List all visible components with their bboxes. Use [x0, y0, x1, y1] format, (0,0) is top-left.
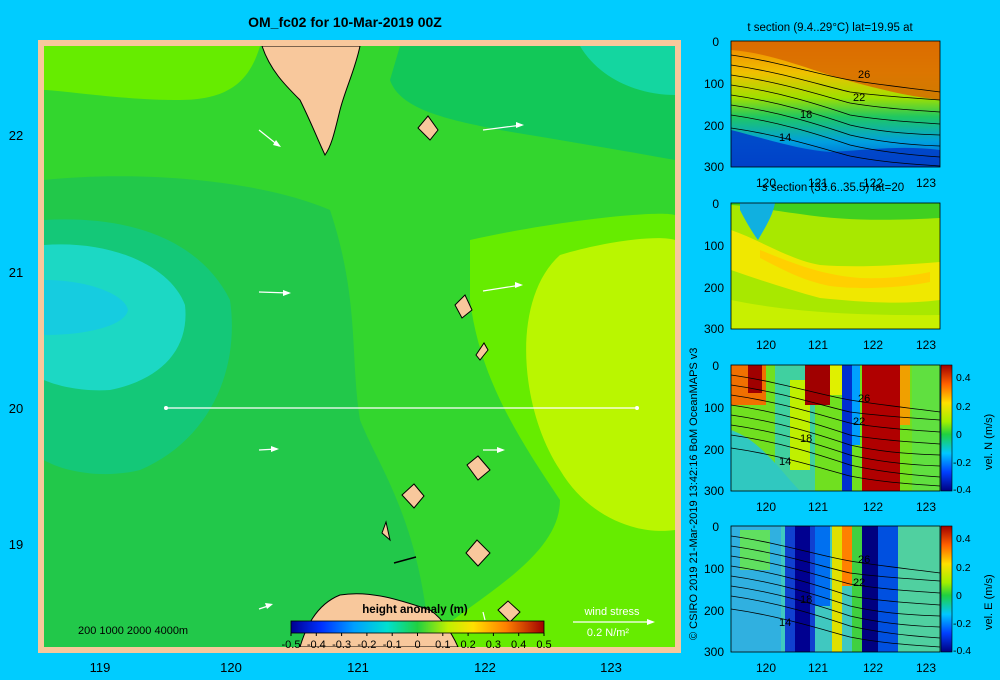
- map-y-axis: 22 21 20 19: [9, 128, 23, 552]
- x-tick-label: 123: [916, 338, 936, 352]
- panel-s-section: s section (33.6..35.5) lat=20 0 100 200 …: [704, 182, 941, 352]
- y-tick-label: 100: [704, 77, 724, 91]
- y-tick-label: 0: [712, 359, 719, 373]
- y-tick-label: 0: [712, 35, 719, 49]
- y-tick-label: 0: [712, 197, 719, 211]
- panel-title: s section (33.6..35.5) lat=20: [762, 182, 904, 194]
- x-tick-label: 122: [863, 338, 883, 352]
- contour-label: 18: [800, 433, 812, 445]
- vel-colorbar: [940, 364, 953, 492]
- contour-label: 22: [853, 577, 865, 589]
- y-tick-label: 0: [712, 520, 719, 534]
- panel-title: t section (9.4..29°C) lat=19.95 at: [747, 22, 913, 34]
- x-tick-label: 120: [756, 338, 776, 352]
- y-tick-label: 300: [704, 484, 724, 498]
- colorbar-tick-label: -0.4: [307, 639, 326, 651]
- y-tick-label: 300: [704, 160, 724, 174]
- x-tick-label: 120: [220, 660, 242, 675]
- x-tick-label: 121: [808, 338, 828, 352]
- colorbar-tick-label: -0.2: [357, 639, 376, 651]
- colorbar-tick-label: 0.1: [435, 639, 450, 651]
- cbar-tick: 0.2: [956, 562, 971, 574]
- x-tick-label: 123: [916, 500, 936, 514]
- y-tick-label: 200: [704, 281, 724, 295]
- y-tick-label: 200: [704, 443, 724, 457]
- y-tick-label: 100: [704, 401, 724, 415]
- x-tick-label: 122: [474, 660, 496, 675]
- figure: OM_fc02 for 10-Mar-2019 00Z 119 120 121 …: [9, 14, 995, 675]
- colorbar-tick-label: -0.3: [332, 639, 351, 651]
- x-tick-label: 123: [916, 176, 936, 190]
- map-x-axis: 119 120 121 122 123: [90, 660, 622, 675]
- credit-text: © CSIRO 2019 21-Mar-2019 13:42:16 BoM Oc…: [688, 348, 700, 640]
- x-tick-label: 121: [808, 500, 828, 514]
- cbar-tick: -0.2: [953, 457, 971, 469]
- cbar-tick: 0.2: [956, 401, 971, 413]
- x-tick-label: 123: [600, 660, 622, 675]
- cbar-tick: 0: [956, 590, 962, 602]
- y-tick-label: 300: [704, 322, 724, 336]
- x-tick-label: 122: [863, 661, 883, 675]
- cbar-tick: 0: [956, 429, 962, 441]
- cbar-tick: -0.4: [953, 645, 971, 657]
- contour-label: 26: [858, 554, 870, 566]
- colorbar-tick-label: -0.5: [282, 639, 301, 651]
- y-tick-label: 200: [704, 119, 724, 133]
- contour-label: 18: [800, 109, 812, 121]
- x-tick-label: 120: [756, 500, 776, 514]
- y-tick-label: 100: [704, 239, 724, 253]
- y-tick-label: 20: [9, 401, 23, 416]
- panel-vel-n: 26 22 18 14 0.4 0.2 0 -0.2 -0.4 vel. N (…: [704, 359, 995, 514]
- contour-label: 14: [779, 132, 791, 144]
- colorbar-label: height anomaly (m): [362, 604, 468, 616]
- x-tick-label: 122: [863, 500, 883, 514]
- x-tick-label: 121: [347, 660, 369, 675]
- contour-label: 22: [853, 92, 865, 104]
- cbar-tick: 0.4: [956, 372, 971, 384]
- depth-legend: 200 1000 2000 4000m: [78, 625, 188, 637]
- y-tick-label: 100: [704, 562, 724, 576]
- contour-label: 14: [779, 456, 791, 468]
- colorbar-tick-label: -0.1: [383, 639, 402, 651]
- cbar-tick: -0.4: [953, 484, 971, 496]
- contour-label: 14: [779, 617, 791, 629]
- cbar-tick: 0.4: [956, 533, 971, 545]
- wind-stress-label: wind stress: [583, 606, 640, 618]
- colorbar-tick-label: 0.2: [460, 639, 475, 651]
- y-tick-label: 19: [9, 537, 23, 552]
- x-tick-label: 120: [756, 661, 776, 675]
- x-tick-label: 119: [90, 660, 111, 675]
- map-title: OM_fc02 for 10-Mar-2019 00Z: [248, 14, 442, 30]
- colorbar-tick-label: 0.4: [511, 639, 526, 651]
- cbar-label: vel. N (m/s): [983, 414, 995, 470]
- panel-t-section: t section (9.4..29°C) lat=19.95 at 26 22…: [704, 22, 941, 190]
- colorbar-tick-label: 0.5: [536, 639, 551, 651]
- x-tick-label: 123: [916, 661, 936, 675]
- y-tick-label: 300: [704, 645, 724, 659]
- panel-vel-e: 26 22 18 14 0.4 0.2 0 -0.2 -0.4 vel. E (…: [704, 520, 995, 675]
- x-tick-label: 121: [808, 661, 828, 675]
- colorbar-tick-label: 0.3: [486, 639, 501, 651]
- vel-colorbar: [940, 525, 953, 653]
- cbar-label: vel. E (m/s): [983, 574, 995, 630]
- y-tick-label: 21: [9, 265, 23, 280]
- wind-stress-scale: 0.2 N/m²: [587, 627, 630, 639]
- y-tick-label: 200: [704, 604, 724, 618]
- colorbar-tick-label: 0: [414, 639, 420, 651]
- contour-label: 22: [853, 416, 865, 428]
- y-tick-label: 22: [9, 128, 23, 143]
- height-anomaly-field: [44, 46, 675, 647]
- contour-label: 26: [858, 69, 870, 81]
- cbar-tick: -0.2: [953, 618, 971, 630]
- contour-label: 26: [858, 393, 870, 405]
- contour-label: 18: [800, 594, 812, 606]
